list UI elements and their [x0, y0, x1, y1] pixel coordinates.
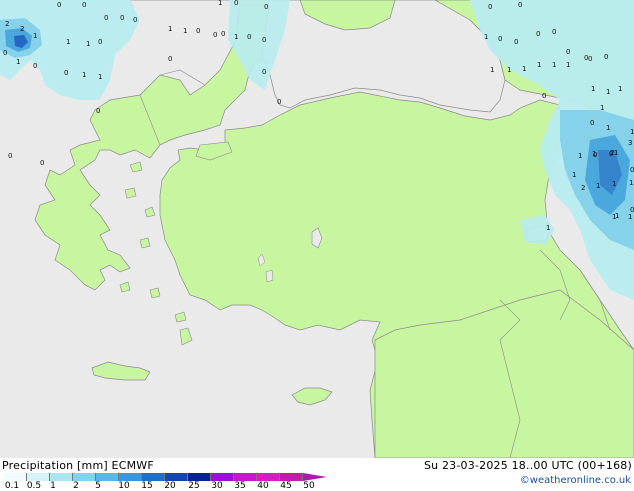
precip-cell-value: 2	[610, 149, 614, 157]
precip-cell-value: 1	[522, 65, 526, 73]
legend-swatch	[119, 473, 142, 481]
precip-cell-value: 0	[262, 68, 266, 76]
precip-cell-value: 0	[40, 159, 44, 167]
precip-cell-value: 1	[546, 224, 550, 232]
precip-cell-value: 0	[590, 119, 594, 127]
precip-cell-value: 0	[33, 62, 37, 70]
precip-cell-value: 1	[218, 0, 222, 7]
precip-cell-value: 1	[82, 71, 86, 79]
precip-cell-value: 0	[488, 3, 492, 11]
credit-link[interactable]: ©weatheronline.co.uk	[520, 475, 631, 486]
precip-cell-value: 0	[64, 69, 68, 77]
precip-cell-value: 1	[614, 149, 618, 157]
precip-cell-value: 1	[234, 33, 238, 41]
precip-cell-value: 0	[3, 49, 7, 57]
precip-cell-value: 0	[98, 38, 102, 46]
valid-time: Su 23-03-2025 18..00 UTC (00+168)	[423, 459, 632, 472]
precip-cell-value: 1	[86, 40, 90, 48]
precip-cell-value: 1	[552, 61, 556, 69]
precip-cell-value: 0	[213, 31, 217, 39]
precip-cell-value: 1	[596, 182, 600, 190]
legend-swatch	[188, 473, 211, 481]
precipitation-map[interactable]: 2210000001101001101100100100000000001000…	[0, 0, 634, 458]
legend-swatch	[257, 473, 280, 481]
precip-cell-value: 1	[572, 171, 576, 179]
precip-cell-value: 0	[196, 27, 200, 35]
precip-cell-value: 1	[16, 58, 20, 66]
precip-cell-value: 1	[66, 38, 70, 46]
precip-cell-value: 1	[507, 66, 511, 74]
precip-cell-value: 0	[82, 1, 86, 9]
precip-cell-value: 1	[537, 61, 541, 69]
precip-cell-value: 0	[514, 38, 518, 46]
precip-cell-value: 1	[33, 32, 37, 40]
precip-cell-value: 1	[600, 104, 604, 112]
legend-swatch	[234, 473, 257, 481]
legend-swatch	[4, 473, 27, 481]
precip-cell-value: 0	[247, 33, 251, 41]
precip-cell-value: 0	[104, 14, 108, 22]
precip-cell-value: 0	[542, 92, 546, 100]
precip-cell-value: 0	[264, 3, 268, 11]
precip-cell-value: 0	[133, 16, 137, 24]
precip-cell-value: 1	[484, 33, 488, 41]
precip-cell-value: 0	[536, 30, 540, 38]
precip-cell-value: 3	[628, 139, 632, 147]
precip-cell-value: 0	[262, 36, 266, 44]
map-title: Precipitation [mm] ECMWF	[2, 459, 154, 472]
precip-cell-value: 1	[490, 66, 494, 74]
precip-legend-bar	[4, 473, 303, 481]
lake-small-2	[265, 269, 274, 283]
legend-swatch	[211, 473, 234, 481]
precip-cell-value: 0	[604, 53, 608, 61]
precip-cell-value: 2	[20, 25, 24, 33]
precip-cell-value: 1	[606, 124, 610, 132]
legend-swatch	[27, 473, 50, 481]
precip-cell-value: 1	[183, 27, 187, 35]
precip-cell-value: 0	[168, 55, 172, 63]
precip-cell-value: 1	[606, 88, 610, 96]
precip-cell-value: 0	[277, 98, 281, 106]
precip-cell-value: 1	[630, 128, 634, 136]
precip-cell-value: 1	[629, 179, 633, 187]
precip-cell-value: 1	[612, 180, 616, 188]
precip-cell-value: 1	[578, 152, 582, 160]
precip-cell-value: 0	[57, 1, 61, 9]
precip-cell-value: 0	[498, 35, 502, 43]
precip-cell-value: 1	[628, 213, 632, 221]
precip-cell-value: 1	[591, 85, 595, 93]
map-footer: Precipitation [mm] ECMWF Su 23-03-2025 1…	[0, 458, 634, 491]
precip-cell-value: 0	[221, 30, 225, 38]
precip-cell-value: 1	[168, 25, 172, 33]
legend-swatch	[280, 473, 303, 481]
precip-cell-value: 2	[581, 184, 585, 192]
precip-cell-value: 0	[588, 55, 592, 63]
precip-cell-value: 0	[566, 48, 570, 56]
precip-cell-value: 0	[630, 166, 634, 174]
precip-cell-value: 0	[593, 151, 597, 159]
legend-swatch	[73, 473, 96, 481]
legend-swatch	[50, 473, 73, 481]
precip-cell-value: 0	[120, 14, 124, 22]
precip-cell-value: 1	[566, 61, 570, 69]
precip-cell-value: 0	[552, 28, 556, 36]
legend-arrow-icon	[303, 473, 327, 481]
precip-cell-value: 0	[630, 206, 634, 214]
precip-cell-value: 0	[96, 107, 100, 115]
legend-swatch	[165, 473, 188, 481]
precip-cell-value: 1	[98, 73, 102, 81]
precip-cell-value: 0	[234, 0, 238, 7]
precip-cell-value: 0	[584, 54, 588, 62]
precip-cell-value: 0	[8, 152, 12, 160]
precip-cell-value: 2	[5, 20, 9, 28]
precip-cell-value: 1	[618, 85, 622, 93]
legend-swatch	[142, 473, 165, 481]
precip-cell-value: 0	[518, 1, 522, 9]
precip-cell-value: 1	[615, 212, 619, 220]
legend-swatch	[96, 473, 119, 481]
